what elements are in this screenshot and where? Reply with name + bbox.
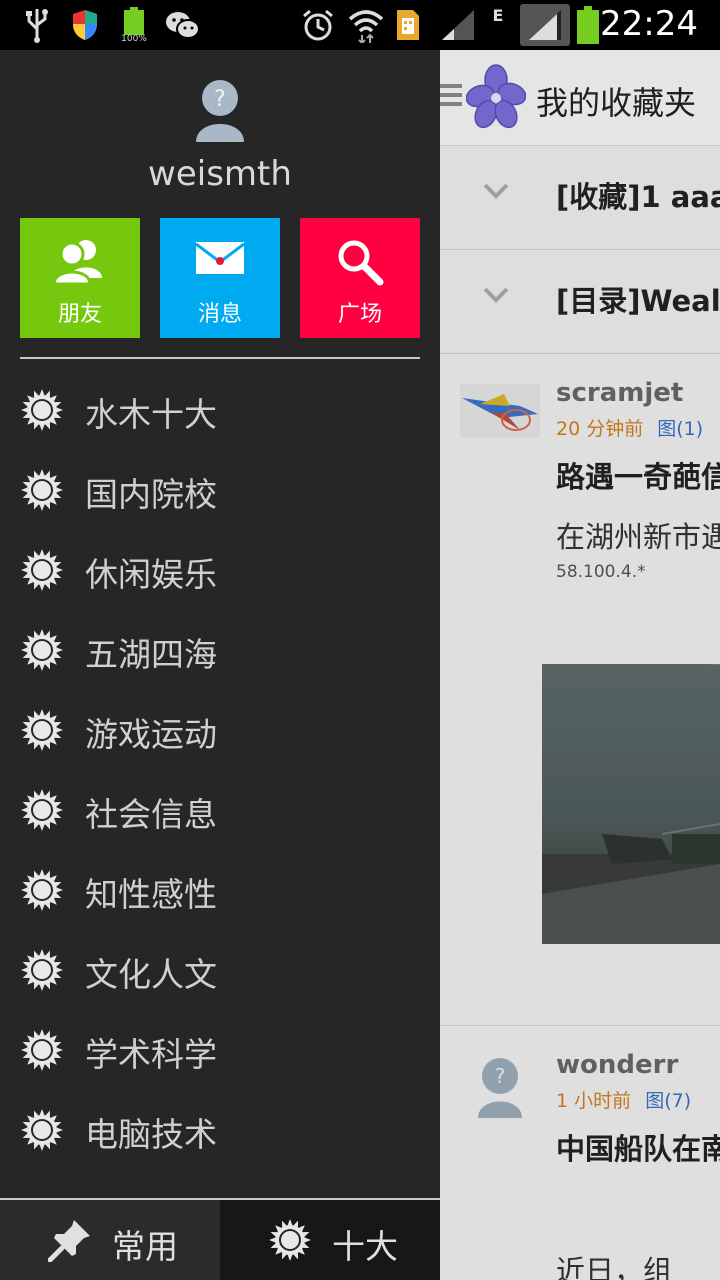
friends-button[interactable]: 朋友: [20, 218, 140, 338]
sun-icon: [268, 1218, 312, 1262]
navigation-drawer: ? weismth 朋友 消息 广场 水木十大 国内院校 休闲娱乐 五湖四海 游…: [0, 50, 440, 1280]
sim-icon: [394, 6, 422, 44]
network-type-label: E: [492, 6, 504, 25]
board-menu-label: 电脑技术: [85, 1115, 217, 1154]
username[interactable]: weismth: [0, 154, 440, 194]
signal-strong-icon: [520, 4, 570, 46]
board-menu-item[interactable]: 文化人文: [0, 930, 440, 1010]
board-menu-item[interactable]: 社会信息: [0, 770, 440, 850]
board-menu-label: 国内院校: [85, 475, 217, 514]
board-menu-item[interactable]: 电脑技术: [0, 1090, 440, 1170]
wifi-icon: [346, 6, 386, 44]
board-menu-item[interactable]: 知性感性: [0, 850, 440, 930]
sun-icon: [20, 788, 64, 832]
sun-icon: [20, 548, 64, 592]
wechat-icon: [162, 6, 202, 44]
search-icon: [300, 238, 420, 288]
sun-icon: [20, 468, 64, 512]
shield-icon: [70, 6, 100, 44]
battery-full-icon: 100%: [118, 6, 150, 44]
friends-label: 朋友: [57, 302, 102, 327]
board-menu-label: 学术科学: [85, 1035, 217, 1074]
board-menu-item[interactable]: 游戏运动: [0, 690, 440, 770]
usb-icon: [22, 6, 52, 44]
friends-icon: [20, 238, 140, 288]
svg-text:?: ?: [214, 87, 226, 112]
messages-button[interactable]: 消息: [160, 218, 280, 338]
board-menu-label: 游戏运动: [85, 715, 217, 754]
board-menu-item[interactable]: 水木十大: [0, 370, 440, 450]
sun-icon: [20, 388, 64, 432]
plaza-label: 广场: [337, 302, 382, 327]
tab-common-label: 常用: [112, 1227, 178, 1266]
tab-top10-label: 十大: [332, 1227, 398, 1266]
board-menu-label: 休闲娱乐: [85, 555, 217, 594]
board-menu-label: 五湖四海: [85, 635, 217, 674]
alarm-icon: [300, 6, 336, 44]
drawer-scrim[interactable]: [440, 50, 720, 1280]
plaza-button[interactable]: 广场: [300, 218, 420, 338]
sun-icon: [20, 868, 64, 912]
signal-weak-icon: [438, 6, 478, 44]
user-avatar-icon[interactable]: ?: [192, 78, 248, 142]
board-menu-label: 文化人文: [85, 955, 217, 994]
mail-icon: [160, 238, 280, 288]
messages-label: 消息: [197, 302, 242, 327]
sun-icon: [20, 1028, 64, 1072]
board-menu-label: 水木十大: [85, 395, 217, 434]
pin-icon: [47, 1218, 92, 1263]
board-menu-item[interactable]: 休闲娱乐: [0, 530, 440, 610]
tab-top10[interactable]: 十大: [220, 1200, 440, 1280]
battery-icon: [574, 6, 602, 44]
board-menu-item[interactable]: 学术科学: [0, 1010, 440, 1090]
tab-common[interactable]: 常用: [0, 1200, 220, 1280]
board-menu-label: 知性感性: [85, 875, 217, 914]
sun-icon: [20, 948, 64, 992]
board-menu-item[interactable]: 国内院校: [0, 450, 440, 530]
divider: [20, 357, 420, 359]
board-menu-item[interactable]: 五湖四海: [0, 610, 440, 690]
status-bar: 100% E 22:24: [0, 0, 720, 50]
board-menu-label: 社会信息: [85, 795, 217, 834]
sun-icon: [20, 628, 64, 672]
battery-percent-label: 100%: [121, 33, 147, 44]
sun-icon: [20, 1108, 64, 1152]
sun-icon: [20, 708, 64, 752]
clock: 22:24: [600, 4, 698, 44]
